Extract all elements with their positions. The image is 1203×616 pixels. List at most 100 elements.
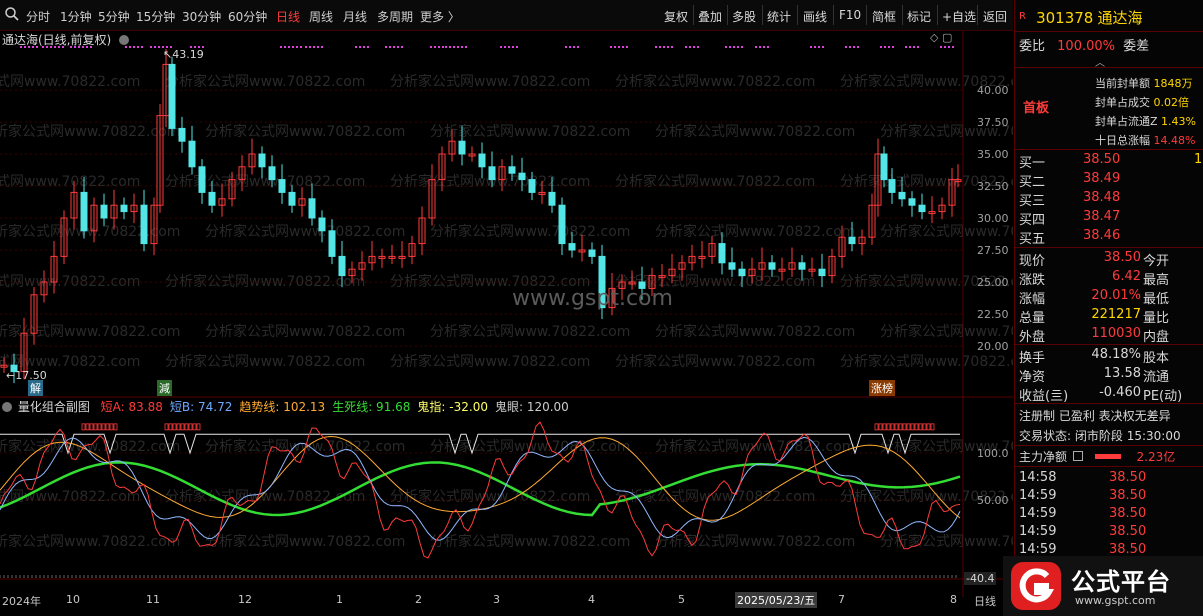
tool-biaoji[interactable]: 标记 [907,8,931,25]
svg-text:分析家公式网www.70822.com: 分析家公式网www.70822.com [205,123,405,140]
svg-text:分析家公式网www.70822.com: 分析家公式网www.70822.com [0,488,140,505]
tab-period-10[interactable]: 更多 〉 [420,8,460,25]
svg-text:分析家公式网www.70822.com: 分析家公式网www.70822.com [655,438,855,455]
candle [188,125,196,175]
sub-y-tick: 100.0 [977,447,1009,460]
candle [168,56,176,137]
sub-chart-title-row: 量化组合副图 短A: 83.88 短B: 74.72 趋势线: 102.13 生死线:… [2,398,569,414]
candle [688,244,696,271]
svg-text:分析家公式网www.70822.com: 分析家公式网www.70822.com [655,323,855,340]
buy-level-4: 买五 38.46 [1019,228,1121,247]
brand-logo: 公式平台 www.gspt.com [1003,556,1203,616]
tool-f10[interactable]: F10 [839,8,861,22]
sub-chart-title: 量化组合副图 [17,400,90,414]
svg-text:分析家公式网www.70822.com: 分析家公式网www.70822.com [165,173,365,190]
candle [298,187,306,217]
tick-row-4: 14:59 38.50 [1019,542,1147,556]
seal-item-2: 封单占流通Z 1.43% [1095,115,1196,128]
center-watermark: www.gspt.com [512,286,673,311]
tick-row-3: 14:59 38.50 [1019,524,1147,539]
tab-period-0[interactable]: 分时 [26,8,50,25]
search-icon[interactable] [4,6,20,22]
candle [408,235,416,265]
tick-row-0: 14:58 38.50 [1019,470,1147,485]
tab-period-6[interactable]: 日线 [276,8,300,25]
tool-huaxian[interactable]: 画线 [803,8,827,25]
top-toolbar: 分时 1分钟 5分钟 15分钟 30分钟 60分钟 日线 周线 月线 多周期 更… [0,0,1013,31]
tab-period-5[interactable]: 60分钟 [228,8,267,25]
x-label: 12 [238,593,252,606]
tool-zixuan[interactable]: +自选 [942,8,976,25]
registration-info: 注册制 已盈利 表决权无差异 [1019,409,1171,423]
marker-jie: 解 [28,380,43,396]
svg-text:分析家公式网www.70822.com: 分析家公式网www.70822.com [880,223,1013,240]
tab-period-9[interactable]: 多周期 [377,8,413,25]
sub-chart-settings-icon[interactable] [2,402,12,412]
trade-state: 交易状态: 闭市阶段 15:30:00 [1019,429,1181,443]
brand-name: 公式平台 [1071,568,1171,596]
tool-jiankuang[interactable]: 简框 [872,8,896,25]
x-label-selected: 2025/05/23/五 [735,592,818,608]
tool-fuquan[interactable]: 复权 [664,8,688,25]
buy-level-2: 买三 38.48 [1019,190,1121,209]
indicator-2: 趋势线: 102.13 [239,400,326,414]
y-tick: 35.00 [977,148,1009,161]
stock-code: 301378 [1036,9,1094,27]
tab-period-7[interactable]: 周线 [309,8,333,25]
stat-row-2: 涨幅 20.01% 最低 [1019,288,1170,307]
x-axis: 2024年 10 11 12 1 2 3 4 5 2025/05/23/五 7 … [0,591,1013,609]
svg-text:分析家公式网www.70822.com: 分析家公式网www.70822.com [205,323,405,340]
tick-list[interactable]: 14:58 38.50 14:59 38.50 14:59 38.50 14:59 38.50… [1019,470,1201,556]
candle [100,193,108,226]
sub-y-tick: 50.00 [977,494,1009,507]
tool-fanhui[interactable]: 返回 [983,8,1007,25]
tab-period-1[interactable]: 1分钟 [60,8,92,25]
tab-period-8[interactable]: 月线 [343,8,367,25]
candle [120,197,128,220]
x-label: 10 [66,593,80,606]
max-price-label: ↖43.19 [163,48,204,61]
seal-info: 当前封单额 1848万 封单占成交 0.02倍 封单占流通Z 1.43% 十日总… [1095,74,1203,150]
main-net-dropdown-icon[interactable] [1072,451,1083,461]
svg-text:分析家公式网www.70822.com: 分析家公式网www.70822.com [430,123,630,140]
svg-text:分析家公式网www.70822.com: 分析家公式网www.70822.com [430,533,630,550]
tool-tongji[interactable]: 统计 [767,8,791,25]
y-tick: 30.00 [977,212,1009,225]
svg-text:分析家公式网www.70822.com: 分析家公式网www.70822.com [430,223,630,240]
svg-text:分析家公式网www.70822.com: 分析家公式网www.70822.com [655,533,855,550]
buy-level-0: 买一 38.50 1 [1019,152,1203,171]
candle [156,104,164,213]
weibi-row: 委比 100.00% 委差 [1019,39,1150,54]
candle [818,253,826,288]
tool-diejia[interactable]: 叠加 [698,8,722,25]
candle [828,248,836,284]
svg-text:分析家公式网www.70822.com: 分析家公式网www.70822.com [165,353,365,370]
stat-row-4: 外盘 110030 内盘 [1019,326,1170,345]
tab-period-3[interactable]: 15分钟 [136,8,175,25]
candle [368,241,376,271]
candle [908,191,916,217]
tool-duogu[interactable]: 多股 [732,8,756,25]
tab-period-4[interactable]: 30分钟 [182,8,221,25]
finance-stats: 换手 48.18% 股本 净资 13.58 流通 收益(亖) -0.460 PE(动) [1019,347,1201,404]
kline-chart[interactable]: 分析家公式网www.70822.com 分析家公式网www.70822.com 分析… [0,31,1013,597]
svg-text:分析家公式网www.70822.com: 分析家公式网www.70822.com [655,123,855,140]
chart-corner-icons[interactable]: ◇ ▢ [930,31,952,44]
candle [178,116,186,153]
sub-bottom-value: -40.4 [964,572,997,585]
marker-jian: 減 [157,380,172,396]
seal-item-0: 当前封单额 1848万 [1095,77,1193,90]
board-tag: 首板 [1023,101,1050,116]
candle [788,247,796,277]
finance-row-0: 换手 48.18% 股本 [1019,347,1170,366]
tab-period-2[interactable]: 5分钟 [98,8,130,25]
seal-item-1: 封单占成交 0.02倍 [1095,96,1189,109]
watermark-layer: 分析家公式网www.70822.com 分析家公式网www.70822.com 分析… [0,73,1013,550]
seal-item-3: 十日总涨幅 14.48% [1095,134,1196,147]
candle [278,164,286,204]
indicator-5: 鬼眼: 120.00 [494,400,569,414]
chart-settings-icon[interactable] [119,35,130,45]
main-net-value: 2.23亿 [1136,450,1176,464]
chart-title-row: 通达海(日线,前复权) [2,31,130,47]
price-stats: 现价 38.50 今开 涨跌 6.42 最高 涨幅 20.01% 最低 总量 221217 量比 外盘 1… [1019,250,1201,345]
